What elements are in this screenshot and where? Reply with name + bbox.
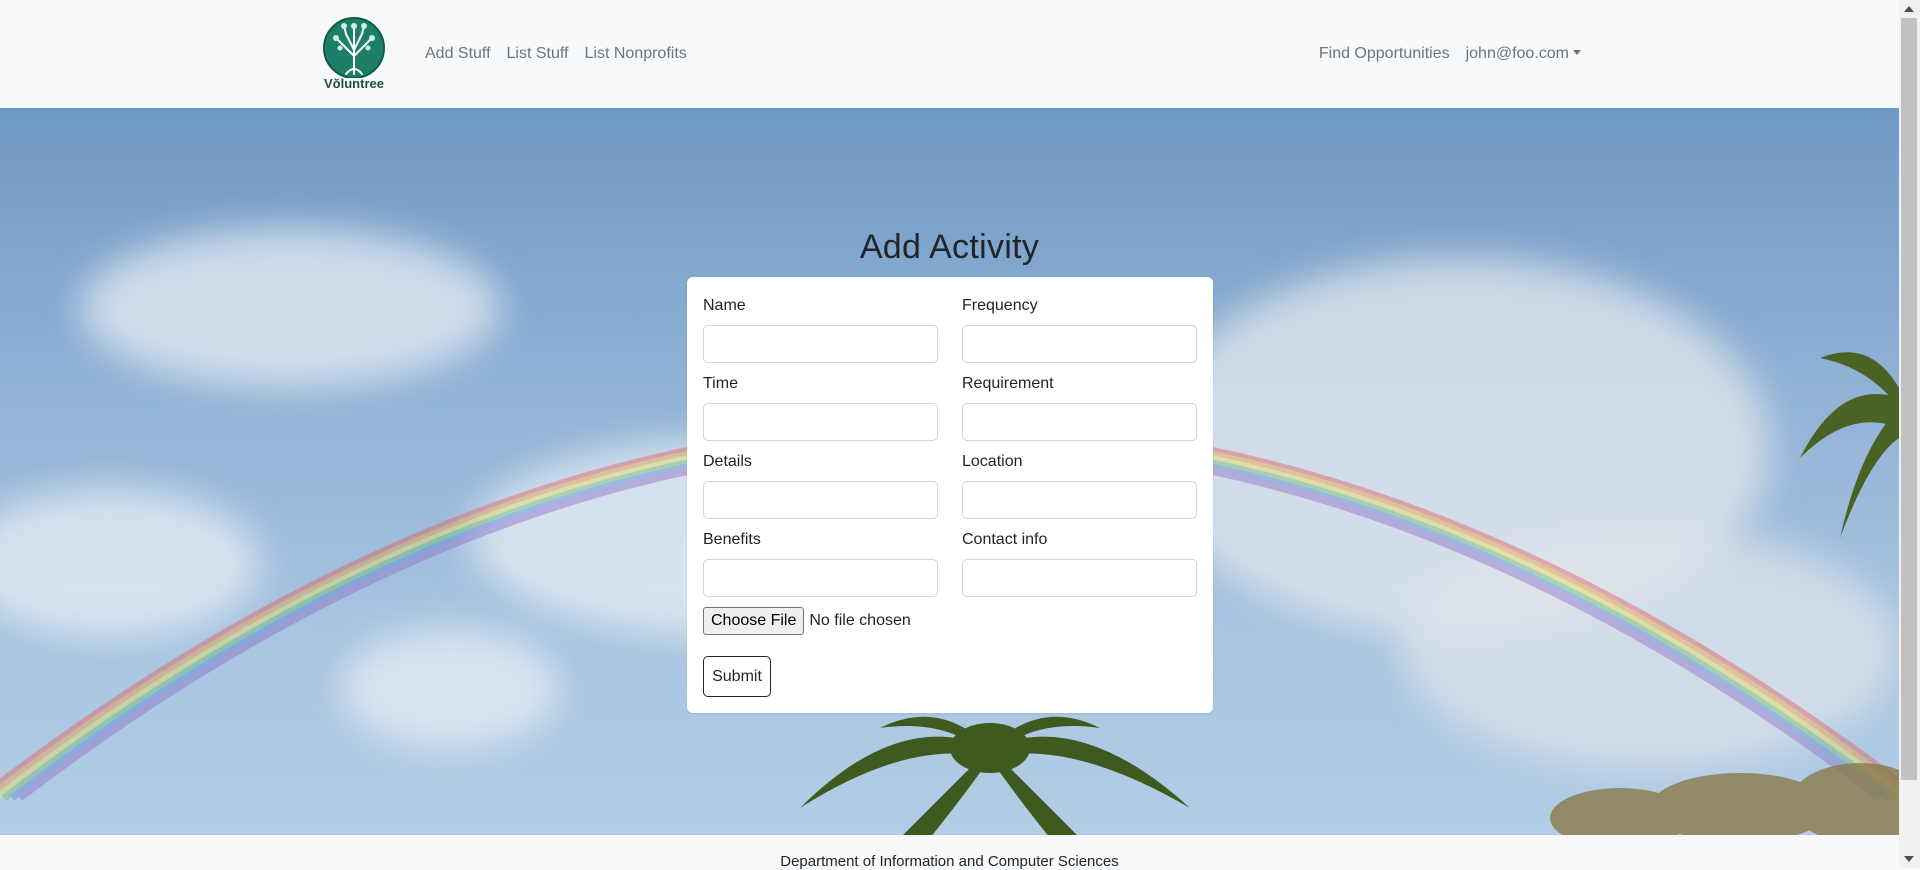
field-location: Location — [962, 453, 1197, 519]
nav-list-nonprofits[interactable]: List Nonprofits — [577, 43, 695, 65]
scrollbar-thumb[interactable] — [1901, 18, 1917, 780]
palm-tree — [1800, 352, 1899, 538]
file-upload: Choose File No file chosen — [703, 607, 911, 635]
field-time: Time — [703, 375, 938, 441]
field-label: Contact info — [962, 531, 1048, 548]
page-scrollbar[interactable] — [1899, 0, 1920, 868]
time-input[interactable] — [703, 403, 938, 441]
add-activity-form: Name Frequency Time Requirement Details … — [687, 277, 1213, 713]
field-label: Requirement — [962, 375, 1054, 392]
nav-links-right: Find Opportunities john@foo.com — [1311, 43, 1589, 65]
logo-wordmark: Vŏluntree — [324, 76, 384, 91]
name-input[interactable] — [703, 325, 938, 363]
caret-down-icon — [1573, 50, 1581, 55]
footer: Department of Information and Computer S… — [0, 835, 1899, 870]
frequency-input[interactable] — [962, 325, 1197, 363]
field-requirement: Requirement — [962, 375, 1197, 441]
submit-button[interactable]: Submit — [703, 656, 771, 697]
nav-find-opportunities[interactable]: Find Opportunities — [1311, 43, 1458, 65]
scroll-up-arrow-icon[interactable] — [1904, 6, 1914, 12]
user-email: john@foo.com — [1465, 45, 1569, 62]
field-label: Location — [962, 453, 1023, 470]
nav-links-left: Add Stuff List Stuff List Nonprofits — [425, 43, 695, 65]
tree-canopy — [1550, 763, 1899, 835]
details-input[interactable] — [703, 481, 938, 519]
voluntree-logo[interactable]: Vŏluntree — [316, 14, 392, 94]
field-contact-info: Contact info — [962, 531, 1197, 597]
field-label: Benefits — [703, 531, 761, 548]
contact-info-input[interactable] — [962, 559, 1197, 597]
field-label: Time — [703, 375, 738, 392]
field-benefits: Benefits — [703, 531, 938, 597]
requirement-input[interactable] — [962, 403, 1197, 441]
benefits-input[interactable] — [703, 559, 938, 597]
field-frequency: Frequency — [962, 297, 1197, 363]
scroll-down-arrow-icon[interactable] — [1904, 856, 1914, 862]
nav-list-stuff[interactable]: List Stuff — [499, 43, 577, 65]
file-status-text: No file chosen — [809, 612, 911, 629]
field-name: Name — [703, 297, 938, 363]
field-label: Details — [703, 453, 752, 470]
choose-file-button[interactable]: Choose File — [703, 607, 805, 635]
field-label: Frequency — [962, 297, 1038, 314]
nav-add-stuff[interactable]: Add Stuff — [425, 43, 499, 65]
top-navbar: Vŏluntree Add Stuff List Stuff List Nonp… — [0, 0, 1899, 109]
page-title: Add Activity — [859, 228, 1040, 266]
footer-text: Department of Information and Computer S… — [780, 853, 1119, 870]
field-label: Name — [703, 297, 746, 314]
user-dropdown[interactable]: john@foo.com — [1458, 43, 1589, 65]
location-input[interactable] — [962, 481, 1197, 519]
field-details: Details — [703, 453, 938, 519]
